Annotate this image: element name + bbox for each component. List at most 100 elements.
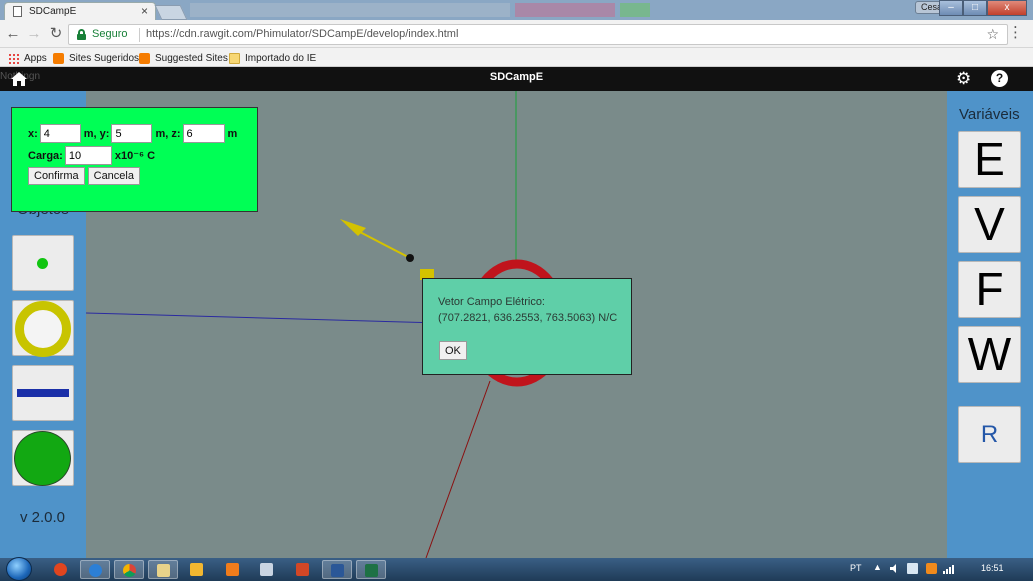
close-window-button[interactable]: x [987,0,1027,16]
site-icon [53,52,64,64]
bookmark-suggested-sites[interactable]: Suggested Sites [139,51,228,65]
taskbar-app[interactable] [46,560,76,579]
signal-icon[interactable] [943,563,954,574]
address-bar[interactable]: Seguro https://cdn.rawgit.com/Phimulator… [68,24,1008,45]
z-axis-line [425,380,491,558]
charge-input[interactable] [64,146,112,165]
browser-toolbar: ← → ↻ Seguro https://cdn.rawgit.com/Phim… [0,20,1033,48]
variable-f-button[interactable]: F [958,261,1021,318]
background-window-tab [620,3,650,17]
field-result-dialog: Vetor Campo Elétrico: (707.2821, 636.255… [422,278,632,375]
site-icon [139,52,150,64]
position-row: x: m, y: m, z: m [28,124,237,143]
ring-charge-tool[interactable] [12,300,74,357]
sphere-charge-tool[interactable] [12,430,74,486]
test-point [406,254,414,262]
simulation-workspace: Objetos v 2.0.0 Variáveis E V F W R [0,91,1033,558]
line-charge-tool[interactable] [12,365,74,421]
bookmark-star-icon[interactable]: ☆ [986,26,999,43]
start-button[interactable] [6,557,32,581]
point-charge-tool[interactable] [12,235,74,291]
network-icon[interactable] [907,563,918,574]
variables-title: Variáveis [959,106,1020,123]
minimize-button[interactable]: – [939,0,963,16]
x-input[interactable] [39,124,81,143]
background-window-tab [190,3,510,17]
taskbar-app[interactable] [148,560,178,579]
version-label: v 2.0.0 [20,509,66,526]
url-text[interactable]: https://cdn.rawgit.com/Phimulator/SDCamp… [146,28,458,40]
reset-button[interactable]: R [958,406,1021,463]
charge-label: Carga: [28,149,63,162]
ok-button[interactable]: OK [439,341,467,360]
cancel-button[interactable]: Cancela [87,167,140,185]
z-label: m, z: [155,127,181,140]
browser-menu-icon[interactable]: ⋮ [1008,24,1023,42]
taskbar-word[interactable] [322,560,352,579]
background-window-tab [515,3,615,17]
unit-label: m [227,127,238,140]
clock[interactable]: 16:51 [981,563,1004,573]
y-label: m, y: [83,127,110,140]
app-header: Nothingn SDCampE ⚙ ? [0,67,1033,91]
variables-panel: Variáveis E V F W R [947,91,1033,558]
y-input[interactable] [111,124,153,143]
apps-grid-icon [8,52,19,64]
tab-close-icon[interactable]: × [141,4,148,18]
maximize-button[interactable]: □ [963,0,987,16]
field-vector-shaft [357,230,411,259]
dialog-buttons: Confirma Cancela [28,167,143,185]
browser-tab[interactable]: SDCampE × [4,2,156,20]
window-controls: – □ x [939,0,1027,16]
bookmarks-bar: Apps Sites Sugeridos Suggested Sites Imp… [0,48,1033,67]
variable-v-button[interactable]: V [958,196,1021,253]
sphere-icon [14,431,71,486]
bookmark-label: Suggested Sites [155,52,228,64]
secure-label: Seguro [92,28,128,40]
point-charge-icon [37,258,48,269]
folder-icon [229,52,240,64]
position-input-dialog: x: m, y: m, z: m Carga: x10⁻⁶ C Confirma… [11,107,258,212]
bookmark-sites-sugeridos[interactable]: Sites Sugeridos [53,51,139,65]
browser-tab-strip: SDCampE × Cesar – □ x [0,0,1033,20]
screen: SDCampE × Cesar – □ x ← → ↻ Seguro https… [0,0,1033,581]
language-indicator[interactable]: PT [850,563,862,573]
taskbar-app[interactable] [252,560,282,579]
page-icon [13,6,22,17]
field-vector-value: (707.2821, 636.2553, 763.5063) N/C [438,312,618,324]
bookmark-apps[interactable]: Apps [8,51,47,65]
volume-icon[interactable] [889,563,900,574]
tray-expand-icon[interactable]: ▲ [873,562,882,572]
taskbar-app[interactable] [218,560,248,579]
line-icon [17,389,69,397]
tab-title: SDCampE [29,6,77,17]
bookmark-importado[interactable]: Importado do IE [229,51,316,65]
windows-taskbar: PT ▲ 16:51 [0,557,1033,581]
app-title: SDCampE [489,71,544,83]
ring-icon [15,301,71,357]
variable-w-button[interactable]: W [958,326,1021,383]
confirm-button[interactable]: Confirma [28,167,85,185]
charge-unit: x10⁻⁶ C [114,150,156,162]
new-tab-button[interactable] [154,5,188,20]
taskbar-app[interactable] [80,560,110,579]
divider [139,28,140,42]
bookmark-label: Importado do IE [245,52,317,64]
app-tray-icon[interactable] [926,563,937,574]
result-label: Vetor Campo Elétrico: [438,296,545,308]
taskbar-app[interactable] [182,560,212,579]
variable-e-button[interactable]: E [958,131,1021,188]
reload-icon[interactable]: ↻ [48,25,64,43]
bookmark-label: Apps [24,52,47,64]
back-arrow-icon[interactable]: ← [5,25,21,43]
forward-arrow-icon[interactable]: → [26,25,42,43]
x-label: x: [28,127,38,140]
taskbar-chrome[interactable] [114,560,144,579]
x-axis-line [85,312,441,324]
z-input[interactable] [182,124,225,143]
charge-row: Carga: x10⁻⁶ C [28,146,155,165]
taskbar-powerpoint[interactable] [288,560,318,579]
help-icon[interactable]: ? [991,70,1008,87]
gear-icon[interactable]: ⚙ [956,70,971,88]
taskbar-excel[interactable] [356,560,386,579]
